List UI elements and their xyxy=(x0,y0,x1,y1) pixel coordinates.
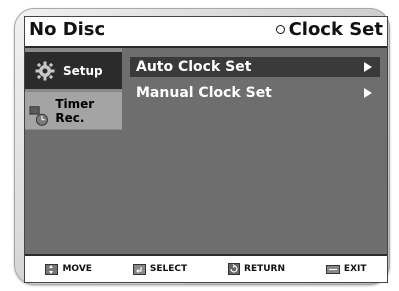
circle-icon xyxy=(275,25,285,34)
timer-icon xyxy=(29,105,48,126)
menu-item-auto-clock-set[interactable]: Auto Clock Set xyxy=(130,57,380,77)
hint-select-label: SELECT xyxy=(149,264,188,274)
move-icon xyxy=(45,263,59,275)
footer-hints: MOVE SELECT RETURN EXIT xyxy=(25,254,387,282)
clock-set-menu: Auto Clock Set Manual Clock Set xyxy=(130,57,380,109)
page-title-wrap: Clock Set xyxy=(275,19,383,40)
select-icon xyxy=(132,263,146,275)
disc-status: No Disc xyxy=(29,19,106,40)
header-bar: No Disc Clock Set xyxy=(25,17,387,48)
menu-item-label: Manual Clock Set xyxy=(136,85,272,101)
page-title: Clock Set xyxy=(288,19,383,40)
hint-move-label: MOVE xyxy=(62,264,92,274)
hint-select: SELECT xyxy=(132,263,188,275)
sidebar-item-label: Timer Rec. xyxy=(55,96,95,125)
return-icon xyxy=(228,263,241,275)
hint-move: MOVE xyxy=(45,263,92,275)
menu-item-manual-clock-set[interactable]: Manual Clock Set xyxy=(130,83,380,103)
hint-return: RETURN xyxy=(228,263,285,275)
osd-screen: No Disc Clock Set Setup Timer Rec. Auto … xyxy=(24,16,388,283)
sidebar-item-timer-rec[interactable]: Timer Rec. xyxy=(25,92,122,129)
hint-exit: EXIT xyxy=(325,264,367,274)
arrow-right-icon xyxy=(364,62,372,72)
hint-exit-label: EXIT xyxy=(343,264,367,274)
sidebar-item-setup[interactable]: Setup xyxy=(25,52,122,89)
gear-icon xyxy=(35,61,55,80)
exit-icon xyxy=(325,264,340,274)
arrow-right-icon xyxy=(364,88,372,98)
menu-item-label: Auto Clock Set xyxy=(136,59,252,75)
sidebar-item-label: Setup xyxy=(63,63,103,78)
hint-return-label: RETURN xyxy=(244,264,286,274)
sidebar: Setup Timer Rec. xyxy=(25,48,122,130)
